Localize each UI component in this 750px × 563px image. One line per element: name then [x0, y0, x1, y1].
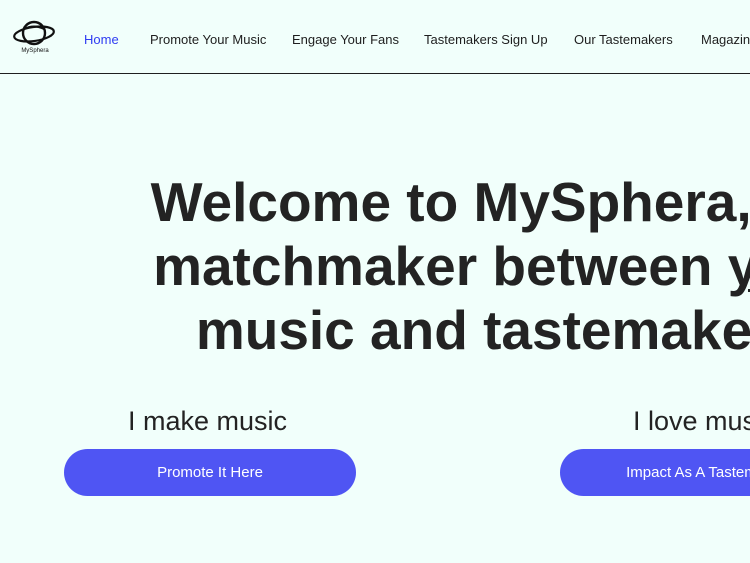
nav-home[interactable]: Home: [84, 31, 119, 49]
hero-line-3: music and tastemakers: [195, 299, 750, 361]
hero-line-2-prefix: matchmaker between: [153, 235, 728, 297]
hero-line-1: Welcome to MySphera, the: [150, 171, 750, 233]
nav-tastemakers-sign-up[interactable]: Tastemakers Sign Up: [424, 31, 548, 49]
site-header: MySphera Home Promote Your Music Engage …: [0, 0, 750, 74]
hero-section: Welcome to MySphera, the matchmaker betw…: [0, 170, 750, 370]
impact-as-tastemaker-button[interactable]: Impact As A Tastemaker: [560, 449, 750, 496]
subtitle-love-music: I love music: [633, 406, 750, 436]
nav-our-tastemakers[interactable]: Our Tastemakers: [574, 31, 673, 49]
nav-promote-your-music[interactable]: Promote Your Music: [150, 31, 266, 49]
main-nav: Home Promote Your Music Engage Your Fans…: [0, 0, 750, 73]
subtitle-make-music: I make music: [128, 406, 288, 436]
promote-it-here-button[interactable]: Promote It Here: [64, 449, 356, 496]
nav-engage-your-fans[interactable]: Engage Your Fans: [292, 31, 399, 49]
hero-line-2: matchmaker between your: [120, 234, 750, 298]
hero-title: Welcome to MySphera, the matchmaker betw…: [120, 170, 750, 362]
nav-magazine[interactable]: Magazine: [701, 31, 750, 49]
hero-line-2-underlined: your: [727, 235, 750, 297]
